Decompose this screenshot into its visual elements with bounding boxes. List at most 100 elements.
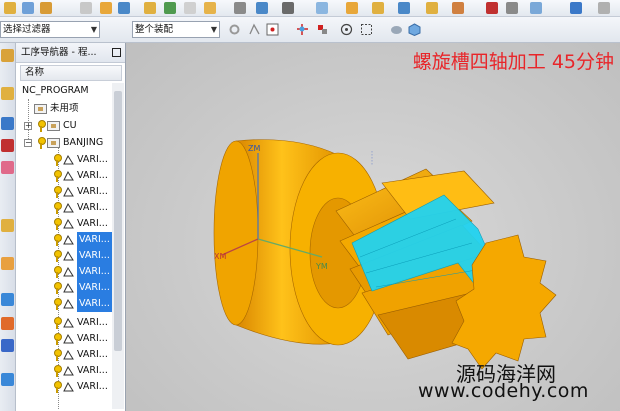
circle-select-icon[interactable] [340, 23, 353, 36]
variable-contour-icon [63, 171, 74, 181]
program-icon[interactable] [100, 2, 112, 14]
operation-nav-icon[interactable] [1, 139, 14, 152]
info-icon[interactable] [256, 2, 268, 14]
operation-icon[interactable] [40, 2, 52, 14]
more-icon[interactable] [598, 2, 610, 14]
tree-item-operation[interactable]: VARI... [16, 184, 112, 200]
measure-icon[interactable] [426, 2, 438, 14]
tree-item-banjing[interactable]: − BANJING [16, 135, 112, 151]
tool-icon[interactable] [22, 2, 34, 14]
tree-item-operation-selected[interactable]: VARI... [16, 264, 112, 280]
tree-item-operation[interactable]: VARI... [16, 363, 112, 379]
link-icon[interactable] [316, 23, 329, 36]
history-icon[interactable] [1, 257, 14, 270]
sort-icon[interactable] [282, 2, 294, 14]
tree-item-label: VARI... [77, 218, 108, 229]
analysis-icon[interactable] [486, 2, 498, 14]
tree-item-cu[interactable]: + CU [16, 118, 112, 134]
copy-icon[interactable] [184, 2, 196, 14]
process-studio-icon[interactable] [1, 317, 14, 330]
settings-icon[interactable] [1, 49, 14, 62]
type-filter-combo[interactable]: 选择过滤器 ▼ [0, 21, 100, 38]
variable-contour-icon [63, 350, 74, 360]
variable-contour-icon [63, 283, 74, 293]
web-browser-icon[interactable] [1, 339, 14, 352]
system-material-icon[interactable] [1, 293, 14, 306]
navigator-title: 工序导航器 - 程... [21, 47, 97, 58]
cut-icon[interactable] [398, 2, 410, 14]
part-nav-icon[interactable] [1, 117, 14, 130]
tree-item-operation[interactable]: VARI... [16, 315, 112, 331]
key-icon [54, 250, 62, 262]
method-icon[interactable] [118, 2, 130, 14]
tree-item-label: VARI... [77, 381, 108, 392]
tree-item-operation[interactable]: VARI... [16, 168, 112, 184]
tree-item-operation-selected[interactable]: VARI... [16, 280, 112, 296]
rectangle-select-icon[interactable] [360, 23, 373, 36]
tree-item-operation[interactable]: VARI... [16, 200, 112, 216]
replay-icon[interactable] [316, 2, 328, 14]
key-icon [54, 282, 62, 294]
feature-icon[interactable] [452, 2, 464, 14]
verify-icon[interactable] [164, 2, 176, 14]
postprocess-icon[interactable] [346, 2, 358, 14]
tree-item-label: VARI... [77, 365, 108, 376]
tree-item-operation[interactable]: VARI... [16, 152, 112, 168]
main-toolbar [0, 0, 620, 17]
tree-item-operation[interactable]: VARI... [16, 331, 112, 347]
select-point-icon[interactable] [266, 23, 279, 36]
key-icon [54, 298, 62, 310]
maximize-icon[interactable] [112, 48, 121, 57]
shaded-view-icon[interactable] [390, 23, 403, 36]
reuse-library-icon[interactable] [1, 161, 14, 174]
generate-icon[interactable] [80, 2, 92, 14]
tree-item-operation[interactable]: VARI... [16, 379, 112, 395]
scrollbar-thumb[interactable] [114, 91, 122, 351]
snap-icon[interactable] [248, 23, 261, 36]
pick-icon[interactable] [296, 23, 309, 36]
dialog-icon[interactable] [570, 2, 582, 14]
geometry-icon[interactable] [144, 2, 156, 14]
assembly-nav-icon[interactable] [1, 87, 14, 100]
view-cube-icon[interactable] [408, 23, 421, 36]
navigator-scrollbar[interactable] [112, 83, 124, 409]
column-header-name[interactable]: 名称 [20, 65, 122, 81]
tree-item-operation-selected[interactable]: VARI... [16, 296, 112, 312]
tree-item-operation-selected[interactable]: VARI... [16, 248, 112, 264]
list-icon[interactable] [506, 2, 518, 14]
key-icon [54, 218, 62, 230]
chevron-down-icon: ▼ [90, 25, 97, 34]
shop-doc-icon[interactable] [372, 2, 384, 14]
variable-contour-icon [63, 334, 74, 344]
tree-item-operation-selected[interactable]: VARI... [16, 232, 112, 248]
delete-icon[interactable] [234, 2, 246, 14]
tree-item-operation[interactable]: VARI... [16, 347, 112, 363]
key-icon [54, 349, 62, 361]
folder-icon [47, 121, 60, 131]
tree-item-label: VARI... [77, 186, 108, 197]
variable-contour-icon [63, 267, 74, 277]
open-icon[interactable] [4, 2, 16, 14]
variable-contour-icon [63, 366, 74, 376]
tree-item-label: VARI... [77, 248, 112, 264]
paste-icon[interactable] [204, 2, 216, 14]
variable-contour-icon [63, 251, 74, 261]
scope-combo[interactable]: 整个装配 ▼ [132, 21, 220, 38]
part-model-render[interactable]: ZM XM YM [126, 43, 620, 411]
tree-item-label: VARI... [77, 317, 108, 328]
key-icon [54, 317, 62, 329]
resource-bar [0, 43, 16, 411]
expand-icon[interactable]: + [24, 122, 32, 130]
tree-root-label: NC_PROGRAM [22, 85, 89, 96]
collapse-icon[interactable]: − [24, 139, 32, 147]
machine-tool-icon[interactable] [1, 219, 14, 232]
tree-root[interactable]: NC_PROGRAM [22, 83, 118, 99]
graphics-window[interactable]: ZM XM YM 螺旋槽四轴加工 45分钟 源码海洋网 www.codehy.c… [126, 43, 620, 411]
tree-item-unused[interactable]: 未用项 [16, 101, 112, 117]
tree-item-label: VARI... [77, 333, 108, 344]
tree-item-operation[interactable]: VARI... [16, 216, 112, 232]
gear-icon[interactable] [228, 23, 241, 36]
clock-icon[interactable] [530, 2, 542, 14]
palette-icon[interactable] [1, 373, 14, 386]
tree-item-label: VARI... [77, 264, 112, 280]
